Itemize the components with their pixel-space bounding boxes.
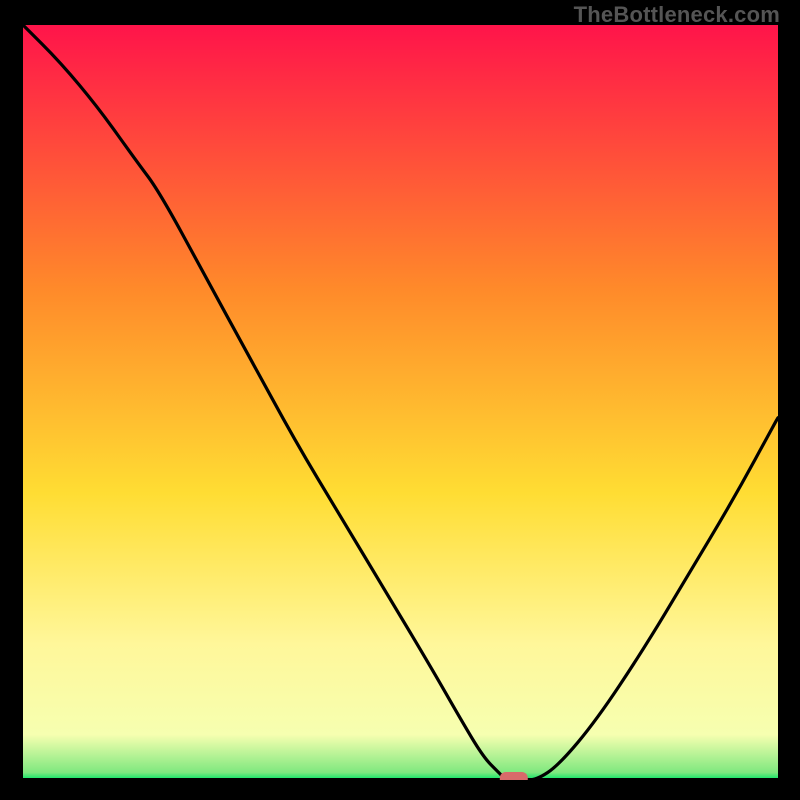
chart-stage: TheBottleneck.com xyxy=(0,0,800,800)
watermark-text: TheBottleneck.com xyxy=(574,2,780,28)
optimum-marker xyxy=(500,772,528,780)
gradient-background xyxy=(23,25,778,780)
plot-area xyxy=(23,25,778,780)
bottleneck-chart xyxy=(23,25,778,780)
